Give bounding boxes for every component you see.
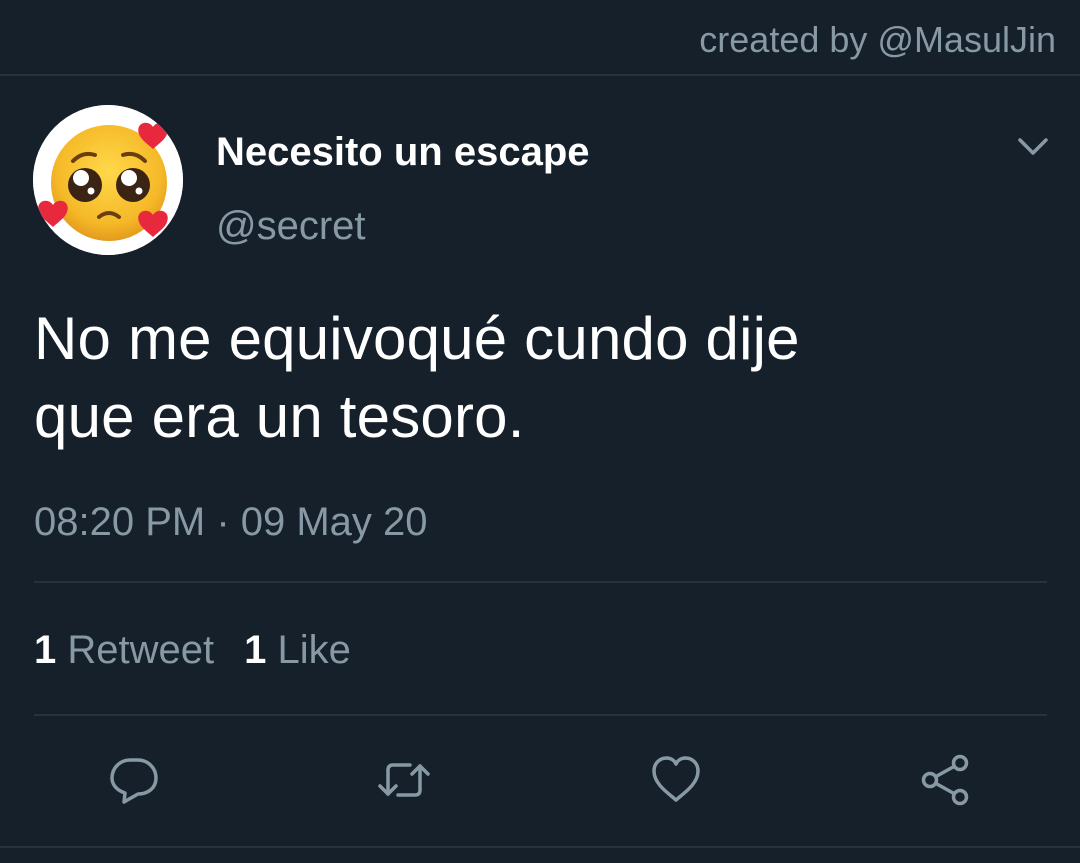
retweet-button[interactable]	[376, 752, 432, 808]
reply-button[interactable]	[106, 752, 162, 808]
likes-count: 1	[244, 628, 267, 672]
tweet-text-line: que era un tesoro.	[34, 383, 525, 450]
retweets-label: Retweet	[67, 628, 215, 672]
creator-credit: created by @MasulJin	[699, 19, 1056, 60]
user-handle[interactable]: @secret	[216, 198, 366, 254]
divider	[34, 581, 1047, 583]
more-options-button[interactable]	[1016, 130, 1050, 164]
tweet-timestamp[interactable]: 08:20 PM · 09 May 20	[34, 494, 428, 550]
likes-stat[interactable]: 1 Like	[244, 622, 351, 678]
reply-icon	[110, 758, 158, 804]
divider	[34, 714, 1047, 716]
likes-label: Like	[277, 628, 351, 672]
like-button[interactable]	[648, 752, 704, 808]
tweet-text: No me equivoqué cundo dije que era un te…	[34, 300, 1044, 456]
header-divider	[0, 74, 1080, 76]
share-button[interactable]	[918, 752, 974, 808]
retweets-count: 1	[34, 628, 57, 672]
pleading-face-emoji-icon	[33, 105, 183, 255]
share-icon	[921, 754, 969, 806]
retweet-icon	[378, 763, 430, 797]
chevron-down-icon	[1018, 138, 1048, 155]
retweets-stat[interactable]: 1 Retweet	[34, 622, 214, 678]
display-name[interactable]: Necesito un escape	[216, 124, 590, 180]
avatar[interactable]	[33, 105, 183, 255]
heart-icon	[652, 756, 700, 802]
tweet-text-line: No me equivoqué cundo dije	[34, 305, 800, 372]
engagement-stats: 1 Retweet 1 Like	[34, 622, 351, 678]
footer-divider	[0, 846, 1080, 848]
